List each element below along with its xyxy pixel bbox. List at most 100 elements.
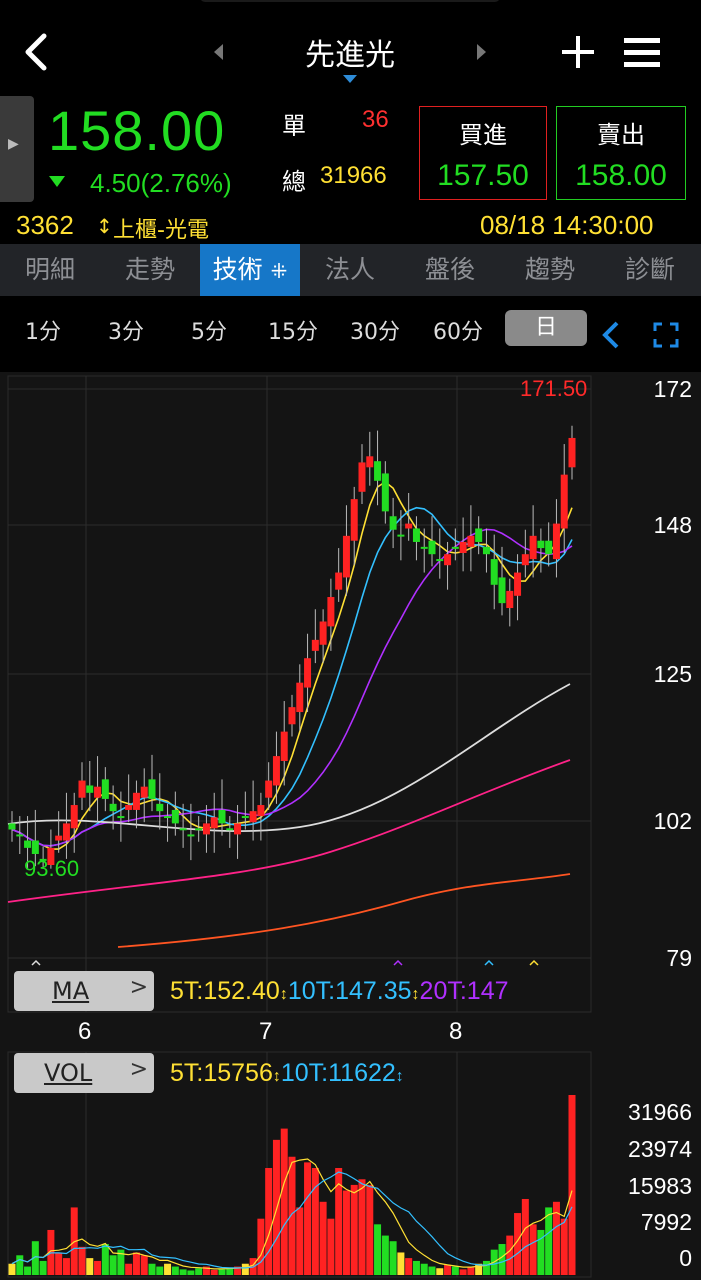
candle-body [86, 785, 94, 793]
candle-body [366, 456, 374, 468]
period-3m[interactable]: 3分 [108, 314, 144, 346]
candle-body [171, 809, 179, 824]
ma5-value: 5T:152.40 [170, 977, 280, 1005]
candle-body [288, 707, 296, 725]
ma120-line [7, 759, 571, 903]
signal-marker [529, 959, 539, 966]
volume-bar [86, 1258, 94, 1275]
candle-body [358, 462, 366, 492]
period-60m[interactable]: 60分 [433, 314, 483, 346]
volume-bar [428, 1266, 436, 1275]
tab-institutional[interactable]: 法人 [300, 244, 400, 296]
tab-technical[interactable]: 技術 ⁜ [200, 244, 300, 296]
side-drawer-handle[interactable]: ▶ [0, 96, 34, 202]
period-1m[interactable]: 1分 [25, 314, 61, 346]
candle-body [241, 816, 249, 819]
tab-detail[interactable]: 明細 [0, 244, 100, 296]
candle-body [319, 621, 327, 645]
candle-body [381, 473, 389, 512]
volume-bar [498, 1244, 506, 1275]
bid-price: 157.50 [437, 159, 529, 192]
volume-bar [101, 1244, 109, 1275]
tab-diagnosis[interactable]: 診斷 [600, 244, 700, 296]
period-5m[interactable]: 5分 [191, 314, 227, 346]
title-dropdown-icon[interactable] [343, 75, 357, 83]
volume-bar [62, 1258, 70, 1275]
volume-bar [8, 1263, 16, 1275]
ask-box[interactable]: 賣出 158.00 [556, 106, 686, 200]
candle-body [514, 572, 522, 596]
volume-bar [241, 1263, 249, 1275]
volume-bar [226, 1268, 234, 1275]
stock-title[interactable]: 先進光 [290, 30, 410, 74]
volume-axis-label: 31966 [628, 1099, 692, 1125]
market-category: 上櫃-光電 [113, 218, 209, 243]
back-icon[interactable] [18, 32, 58, 72]
total-volume: 31966 [320, 162, 387, 189]
candle-body [545, 540, 553, 555]
volume-bar [389, 1241, 397, 1275]
grid-icon: ⁜ [270, 259, 288, 283]
tab-after-hours[interactable]: 盤後 [400, 244, 500, 296]
volume-axis-label: 15983 [628, 1173, 692, 1199]
volume-bar [125, 1263, 133, 1275]
vol-indicator-button[interactable]: VOL > [14, 1053, 154, 1093]
volume-axis-label: 0 [679, 1245, 692, 1271]
candle-body [428, 540, 436, 555]
candle-body [552, 523, 560, 560]
candle-body [70, 805, 78, 829]
last-price: 158.00 [48, 99, 226, 162]
candle-body [257, 805, 265, 817]
ask-label: 賣出 [597, 121, 645, 149]
candle-body [327, 597, 335, 627]
volume-bar [24, 1266, 32, 1275]
period-day[interactable]: 日 [505, 310, 587, 346]
signal-marker [393, 959, 403, 966]
candle-body [311, 639, 319, 651]
chevron-right-icon: > [129, 1057, 148, 1082]
volume-axis-label: 23974 [628, 1136, 692, 1162]
volume-bar [568, 1095, 576, 1275]
candle-body [459, 541, 467, 553]
vol5-value: 5T:15756 [170, 1059, 273, 1087]
ma10-value: 10T:147.35 [287, 977, 412, 1005]
expand-icon[interactable] [653, 322, 679, 348]
candle-body [521, 554, 529, 566]
volume-bar [257, 1218, 265, 1275]
top-bar: 先進光 [0, 0, 701, 92]
period-15m[interactable]: 15分 [268, 314, 318, 346]
ma-indicator-button[interactable]: MA > [14, 971, 154, 1011]
candle-body [482, 546, 490, 555]
tab-bar: 明細 走勢 技術 ⁜ 法人 盤後 趨勢 診斷 [0, 244, 701, 296]
add-icon[interactable] [560, 34, 596, 70]
tab-trend[interactable]: 走勢 [100, 244, 200, 296]
technical-chart[interactable] [0, 372, 701, 1280]
vol10-value: 10T:11622 [280, 1059, 396, 1087]
price-axis-label: 102 [653, 808, 692, 834]
candle-body [280, 731, 288, 761]
prev-stock-icon[interactable] [214, 44, 223, 60]
collapse-left-icon[interactable] [600, 320, 622, 350]
volume-bar [132, 1252, 140, 1275]
bid-box[interactable]: 買進 157.50 [419, 106, 547, 200]
ask-price: 158.00 [575, 159, 667, 192]
volume-bar [319, 1201, 327, 1275]
candle-body [8, 823, 16, 830]
period-bar: 1分 3分 5分 15分 30分 60分 日 [0, 296, 701, 366]
signal-marker [484, 959, 494, 966]
ma-values: 5T:152.40↕10T:147.35↕20T:147 [170, 977, 509, 1005]
volume-bar [451, 1266, 459, 1275]
candle-body [62, 823, 70, 841]
tab-trends[interactable]: 趨勢 [500, 244, 600, 296]
candle-body [109, 803, 117, 812]
total-volume-label: 總 [282, 168, 306, 196]
candle-body [397, 534, 405, 537]
quote-datetime: 08/18 14:30:00 [480, 210, 654, 240]
candle-body [568, 437, 576, 468]
candle-body [16, 834, 24, 837]
ma20-value: 20T:147 [419, 977, 509, 1005]
next-stock-icon[interactable] [477, 44, 486, 60]
price-axis-label: 125 [653, 661, 692, 687]
period-30m[interactable]: 30分 [350, 314, 400, 346]
menu-icon[interactable] [624, 37, 660, 69]
